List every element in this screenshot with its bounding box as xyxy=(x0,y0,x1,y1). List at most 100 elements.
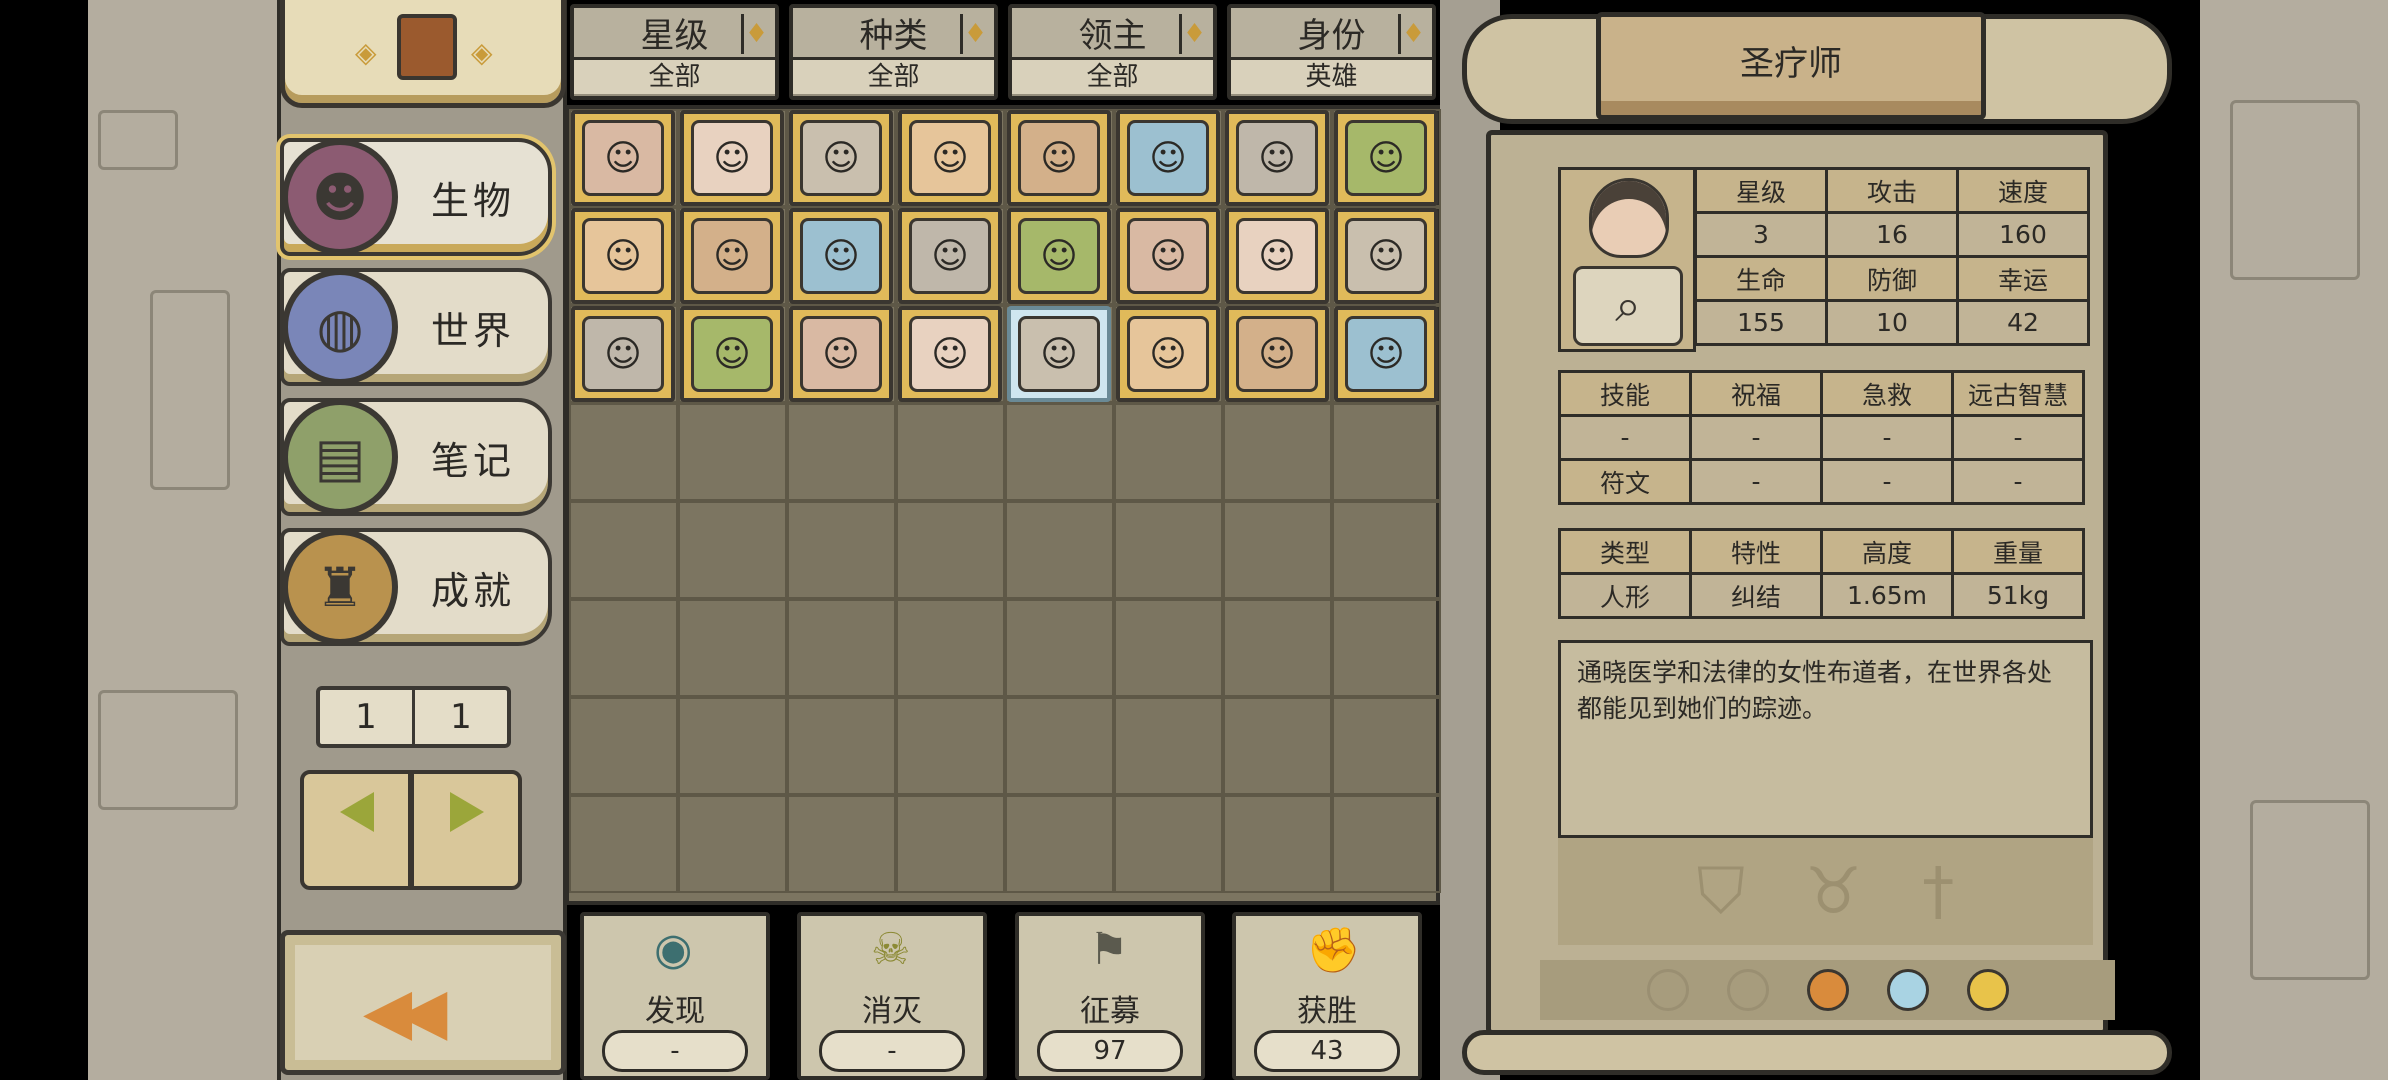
skill-label: 技能 xyxy=(1558,370,1692,417)
nav-tab-world[interactable]: ◍ 世界 xyxy=(280,268,552,386)
pig-orc-portrait-icon: ☺ xyxy=(1127,316,1209,392)
naga-portrait-icon: ☺ xyxy=(909,316,991,392)
flag-icon: ⚑ xyxy=(1089,924,1129,975)
weight-header: 重量 xyxy=(1951,528,2085,575)
creature-card-pig-orc[interactable]: ☺ xyxy=(1116,306,1220,402)
medal-row xyxy=(1540,960,2115,1020)
portrait-face xyxy=(1589,178,1669,258)
stat-recruited: ⚑ 征募 97 xyxy=(1015,912,1205,1080)
nav-tab-label: 笔记 xyxy=(430,438,515,483)
grid-slot xyxy=(787,501,896,599)
creature-card-barbarian[interactable]: ☺ xyxy=(789,208,893,304)
creature-card-gold-knight[interactable]: ☺ xyxy=(571,208,675,304)
creature-card-saint-healer[interactable]: ☺ xyxy=(680,110,784,206)
creature-card-amazon[interactable]: ☺ xyxy=(680,306,784,402)
globe-icon: ◍ xyxy=(282,269,398,385)
grid-slot xyxy=(787,697,896,795)
rune-value: - xyxy=(1689,458,1823,505)
nav-tab-achievements[interactable]: ♜ 成就 xyxy=(280,528,552,646)
grid-slot xyxy=(1332,501,1441,599)
viking-portrait-icon: ☺ xyxy=(1018,120,1100,196)
magnifier-button[interactable]: ⌕ xyxy=(1573,266,1683,346)
ogre-portrait-icon: ☺ xyxy=(1236,120,1318,196)
codex-book-icon xyxy=(397,14,457,80)
grid-slot xyxy=(1114,795,1223,893)
trophy-icon: ♜ xyxy=(282,529,398,645)
page-turn-book xyxy=(300,760,525,900)
creature-card-viking[interactable]: ☺ xyxy=(1007,110,1111,206)
skill-name[interactable]: 远古智慧 xyxy=(1951,370,2085,417)
grid-slot xyxy=(1114,501,1223,599)
grid-slot xyxy=(1005,697,1114,795)
stat-label: 发现 xyxy=(645,994,705,1029)
nav-tab-notes[interactable]: ▤ 笔记 xyxy=(280,398,552,516)
creature-card-monk[interactable]: ☺ xyxy=(898,110,1002,206)
skull-icon: ☠ xyxy=(871,924,911,975)
creature-card-elf-girl[interactable]: ☺ xyxy=(1225,306,1329,402)
filter-label: 身份 xyxy=(1297,16,1366,56)
type-header: 类型 xyxy=(1558,528,1692,575)
luck-value: 42 xyxy=(1956,299,2090,346)
goblin-warrior-portrait-icon: ☺ xyxy=(800,316,882,392)
diamond-ornament-icon: ◈ xyxy=(471,36,493,69)
open-book-icon: ▤ xyxy=(282,399,398,515)
demon-icon: ☻ xyxy=(282,139,398,255)
grid-slot xyxy=(787,795,896,893)
creature-card-orc[interactable]: ☺ xyxy=(1334,208,1438,304)
skill-name[interactable]: 急救 xyxy=(1820,370,1954,417)
creature-card-harpy[interactable]: ☺ xyxy=(1116,110,1220,206)
attack-label: 攻击 xyxy=(1825,167,1959,214)
filter-identity[interactable]: 身份 ♦ 英雄 xyxy=(1227,4,1436,100)
creature-card-dryad[interactable]: ☺ xyxy=(1225,208,1329,304)
creature-card-elf-sorceress[interactable]: ☺ xyxy=(1116,208,1220,304)
filter-value: 英雄 xyxy=(1231,60,1432,94)
page-current: 1 xyxy=(320,690,415,744)
grid-slot xyxy=(1332,795,1441,893)
grid-slot xyxy=(1005,501,1114,599)
previous-page-button[interactable] xyxy=(340,792,374,832)
filter-star[interactable]: 星级 ♦ 全部 xyxy=(570,4,779,100)
trait-header: 特性 xyxy=(1689,528,1823,575)
grid-slot xyxy=(569,501,678,599)
stat-value: 43 xyxy=(1254,1030,1400,1072)
sword-icon: † xyxy=(1922,854,1955,929)
grid-slot xyxy=(678,697,787,795)
creature-card-flame-knight[interactable]: ☺ xyxy=(1007,208,1111,304)
skill-level: - xyxy=(1951,414,2085,461)
creature-card-red-demon[interactable]: ☺ xyxy=(571,306,675,402)
creature-card-helm-warrior[interactable]: ☺ xyxy=(789,110,893,206)
rune-value: - xyxy=(1820,458,1954,505)
nav-tab-creatures[interactable]: ☻ 生物 xyxy=(280,138,552,256)
flame-knight-portrait-icon: ☺ xyxy=(1018,218,1100,294)
grid-slot xyxy=(896,599,1005,697)
creature-card-mummy[interactable]: ☺ xyxy=(1334,306,1438,402)
filter-dropdown-icon: ♦ xyxy=(1179,14,1207,54)
creature-card-ninja[interactable]: ☺ xyxy=(680,208,784,304)
creature-card-goblin-clown[interactable]: ☺ xyxy=(1334,110,1438,206)
weight-value: 51kg xyxy=(1951,572,2085,619)
skill-name[interactable]: 祝福 xyxy=(1689,370,1823,417)
elf-girl-portrait-icon: ☺ xyxy=(1236,316,1318,392)
filter-species[interactable]: 种类 ♦ 全部 xyxy=(789,4,998,100)
diamond-ornament-icon: ◈ xyxy=(355,36,377,69)
double-arrow-left-icon: ◀◀ xyxy=(363,975,448,1049)
knight-portrait-icon: ☺ xyxy=(582,120,664,196)
creature-card-goblin-warrior[interactable]: ☺ xyxy=(789,306,893,402)
eye-icon: ◉ xyxy=(654,924,693,975)
filter-lord[interactable]: 领主 ♦ 全部 xyxy=(1008,4,1217,100)
stat-label: 消灭 xyxy=(862,994,922,1029)
creature-card-ogre[interactable]: ☺ xyxy=(1225,110,1329,206)
creature-card-goblin-mage[interactable]: ☺ xyxy=(898,208,1002,304)
creature-card-naga[interactable]: ☺ xyxy=(898,306,1002,402)
next-page-button[interactable] xyxy=(450,792,484,832)
harpy-portrait-icon: ☺ xyxy=(1127,120,1209,196)
creature-card-knight[interactable]: ☺ xyxy=(571,110,675,206)
creature-description: 通晓医学和法律的女性布道者，在世界各处都能见到她们的踪迹。 xyxy=(1577,658,2053,723)
empty-medal-slot xyxy=(1646,969,1689,1011)
creature-title-plate: 圣疗师 xyxy=(1596,12,1986,120)
creature-card-old-sage[interactable]: ☺ xyxy=(1007,306,1111,402)
filter-dropdown-icon: ♦ xyxy=(960,14,988,54)
back-button[interactable]: ◀◀ xyxy=(280,930,566,1075)
rune-label: 符文 xyxy=(1558,458,1692,505)
creature-name: 圣疗师 xyxy=(1740,44,1842,84)
